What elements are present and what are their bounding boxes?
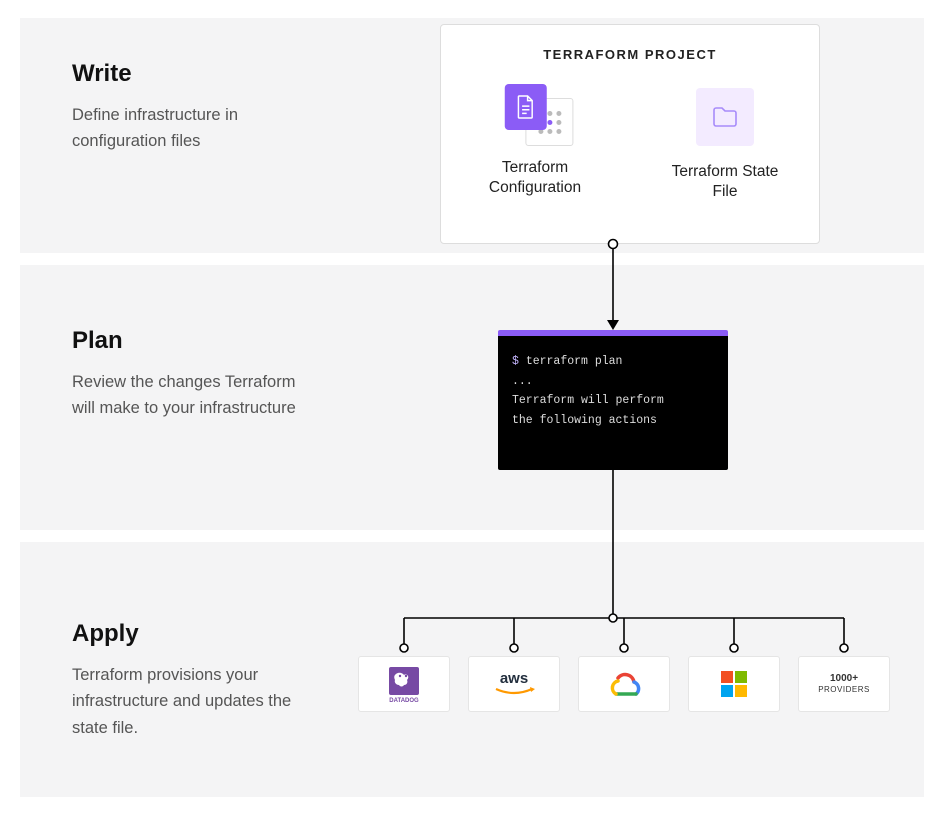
apply-desc: Terraform provisions your infrastructure… bbox=[72, 662, 322, 741]
terminal-line1: Terraform will perform bbox=[512, 391, 714, 411]
apply-title: Apply bbox=[72, 620, 322, 648]
terminal-window: $ terraform plan ... Terraform will perf… bbox=[498, 330, 728, 470]
svg-text:DATADOG: DATADOG bbox=[389, 698, 419, 703]
terminal-prompt: $ bbox=[512, 355, 526, 368]
write-title: Write bbox=[72, 60, 322, 88]
provider-gcp bbox=[578, 656, 670, 712]
document-icon bbox=[505, 84, 547, 130]
terminal-command: terraform plan bbox=[526, 355, 623, 368]
terraform-state-item: Terraform State File bbox=[660, 84, 790, 202]
provider-azure bbox=[688, 656, 780, 712]
project-title: TERRAFORM PROJECT bbox=[441, 47, 819, 62]
terminal-line2: the following actions bbox=[512, 411, 714, 431]
terminal-ellipsis: ... bbox=[512, 372, 714, 392]
provider-aws: aws bbox=[468, 656, 560, 712]
terraform-configuration-item: Terraform Configuration bbox=[470, 84, 600, 202]
folder-icon bbox=[696, 88, 754, 146]
write-desc: Define infrastructure in configuration f… bbox=[72, 102, 322, 155]
more-count: 1000+ bbox=[818, 672, 870, 685]
plan-title: Plan bbox=[72, 327, 322, 355]
svg-text:aws: aws bbox=[500, 670, 528, 687]
plan-desc: Review the changes Terraform will make t… bbox=[72, 369, 322, 422]
config-label: Terraform Configuration bbox=[470, 158, 600, 198]
provider-more: 1000+ PROVIDERS bbox=[798, 656, 890, 712]
section-plan: Plan Review the changes Terraform will m… bbox=[20, 265, 924, 530]
provider-datadog: DATADOG bbox=[358, 656, 450, 712]
provider-row: DATADOG aws 1000+ PROVIDERS bbox=[358, 656, 890, 712]
state-label: Terraform State File bbox=[660, 162, 790, 202]
more-label: PROVIDERS bbox=[818, 685, 870, 695]
terraform-project-card: TERRAFORM PROJECT Terraform Configuratio… bbox=[440, 24, 820, 244]
